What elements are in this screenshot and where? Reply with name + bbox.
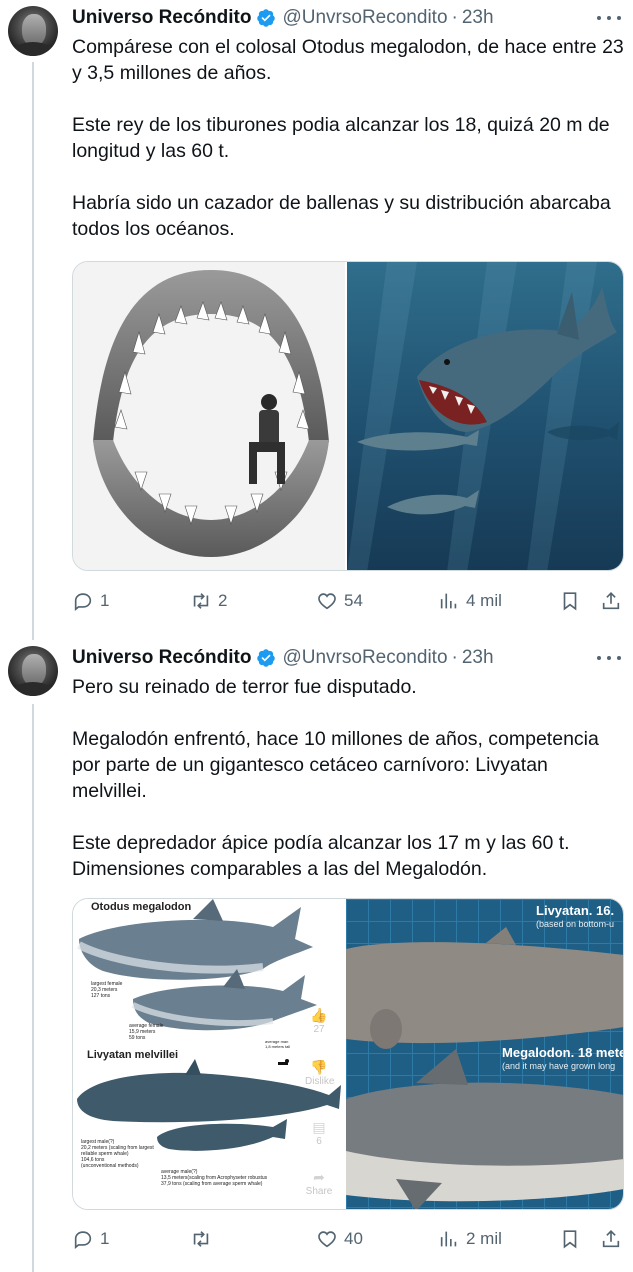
label-megalodon: Megalodon. 18 mete [502,1045,623,1060]
image-title-livyatan: Livyatan melvillei [87,1049,179,1061]
bookmark-button[interactable] [559,1228,581,1250]
media-grid [72,261,624,571]
repost-count: 2 [218,591,228,610]
tweet-actions: 1 40 2 mil [72,1228,628,1252]
label-megalodon-sub: (and it may have grown long [502,1061,616,1071]
tweet-paragraph: Habría sido un cazador de ballenas y su … [72,192,611,240]
heart-icon [318,593,336,610]
tweet-header: Universo Recóndito @UnvrsoRecondito · 23… [72,646,494,670]
label-livyatan: Livyatan. 16. [536,903,615,918]
tweet-paragraph: Este depredador ápice podía alcanzar los… [72,832,570,880]
tweet-paragraph: Pero su reinado de terror fue disputado. [72,676,417,698]
media-grid: Otodus megalodon largest female 20,3 met… [72,898,624,1210]
more-options-icon[interactable] [597,648,621,668]
overlay-comments: ▤ 6 [312,1119,326,1147]
reply-button[interactable]: 1 [72,590,109,612]
share-button[interactable] [600,1228,622,1250]
reply-count: 1 [100,1229,110,1248]
views-count: 2 mil [466,1229,502,1248]
label-average-male: average male(?) 13,5 meters(scaling from… [161,1169,268,1187]
tweet-paragraph: Compárese con el colosal Otodus megalodo… [72,36,624,84]
bookmark-icon [563,592,577,611]
overlay-dislike: 👎 Dislike [305,1059,335,1087]
tweet-text: Pero su reinado de terror fue disputado.… [72,674,628,882]
views-button[interactable]: 2 mil [438,1228,502,1250]
author-handle[interactable]: @UnvrsoRecondito [282,7,447,29]
reply-icon [74,593,92,612]
label-largest-female: largest female 20,3 meters 127 tons [91,981,123,999]
tweet-actions: 1 2 54 4 mil [72,590,628,614]
like-count: 40 [344,1229,363,1248]
label-average-man: average man 1,8 meters tall [265,1039,291,1049]
tweet-text: Compárese con el colosal Otodus megalodo… [72,34,628,242]
share-icon [602,1230,620,1248]
label-livyatan-sub: (based on bottom-u [536,919,615,929]
overlay-share: ➦ Share [305,1169,333,1197]
repost-icon [193,593,209,609]
avatar[interactable] [8,646,58,696]
like-button[interactable]: 54 [316,590,363,612]
tweet-header: Universo Recóndito @UnvrsoRecondito · 23… [72,6,494,30]
reply-count: 1 [100,591,110,610]
share-icon [602,592,620,610]
repost-button[interactable]: 2 [190,590,227,612]
repost-icon [193,1231,209,1247]
separator-dot: · [451,647,458,668]
like-count: 54 [344,591,363,610]
more-options-icon[interactable] [597,8,621,28]
repost-button[interactable] [190,1228,218,1250]
bookmark-button[interactable] [559,590,581,612]
label-largest-male: largest male(?) 20,2 meters (scaling fro… [81,1139,154,1169]
avatar[interactable] [8,6,58,56]
views-count: 4 mil [466,591,502,610]
views-button[interactable]: 4 mil [438,590,502,612]
timestamp[interactable]: 23h [462,7,494,29]
label-average-female: average female 15,9 meters 59 tons [129,1023,164,1041]
like-button[interactable]: 40 [316,1228,363,1250]
tweet[interactable]: Universo Recóndito @UnvrsoRecondito · 23… [0,646,633,1266]
overlay-like: 👍 27 [310,1007,328,1035]
reply-button[interactable]: 1 [72,1228,109,1250]
timestamp[interactable]: 23h [462,647,494,669]
heart-icon [318,1231,336,1248]
bookmark-icon [563,1230,577,1249]
author-handle[interactable]: @UnvrsoRecondito [282,647,447,669]
tweet-paragraph: Este rey de los tiburones podia alcanzar… [72,114,610,162]
views-chart-icon [440,1231,457,1247]
livyatan-megalodon-comparison-image[interactable]: Livyatan. 16. (based on bottom-u Megalod… [346,899,623,1209]
share-button[interactable] [600,590,622,612]
author-name[interactable]: Universo Recóndito [72,647,251,669]
views-chart-icon [440,593,457,609]
tweet[interactable]: Universo Recóndito @UnvrsoRecondito · 23… [0,6,633,626]
verified-badge-icon [257,9,276,27]
reply-icon [74,1231,92,1250]
megalodon-jaws-photo[interactable] [73,262,347,570]
megalodon-illustration[interactable] [347,262,623,570]
size-comparison-image[interactable]: Otodus megalodon largest female 20,3 met… [73,899,347,1209]
separator-dot: · [451,7,458,28]
tweet-paragraph: Megalodón enfrentó, hace 10 millones de … [72,728,599,802]
author-name[interactable]: Universo Recóndito [72,7,251,29]
verified-badge-icon [257,649,276,667]
